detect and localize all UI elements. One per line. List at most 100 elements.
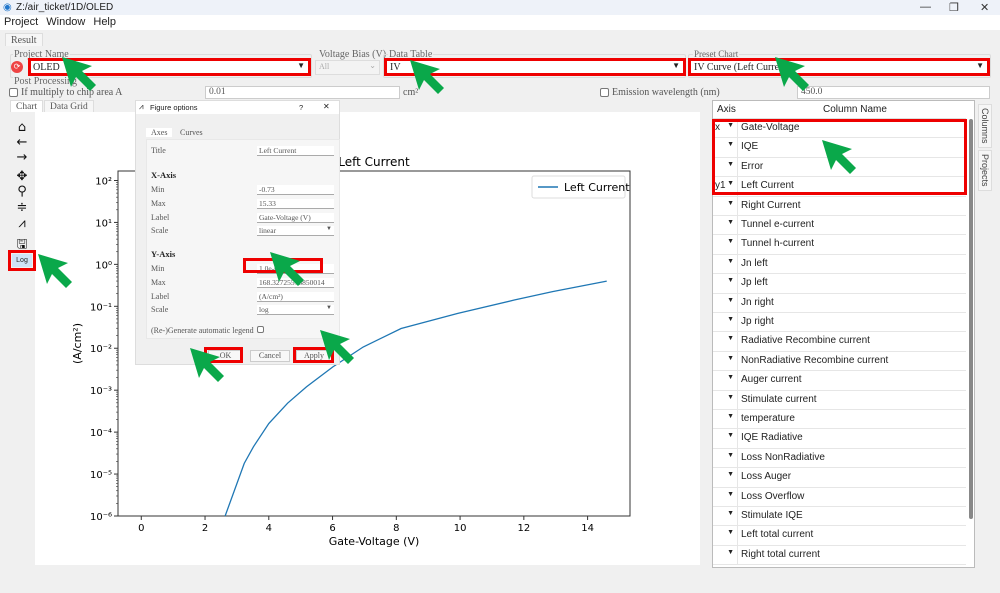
menu-window[interactable]: Window	[42, 15, 89, 29]
forward-icon[interactable]: →	[14, 150, 30, 165]
axis-select[interactable]: ▼	[713, 157, 738, 177]
ok-button[interactable]: OK	[208, 350, 243, 362]
table-row[interactable]: ▼ Loss NonRadiative	[713, 448, 966, 469]
chip-area-input[interactable]: 0.01	[205, 86, 400, 99]
x-min-input[interactable]: -0.73	[257, 185, 334, 195]
y-scale-select[interactable]: log ▼	[257, 305, 334, 315]
table-row[interactable]: ▼ Right total current	[713, 545, 966, 566]
axis-select[interactable]: ▼	[713, 545, 738, 565]
table-row[interactable]: ▼ Loss Auger	[713, 468, 966, 488]
close-button[interactable]: ✕	[980, 1, 989, 14]
dialog-close-button[interactable]: ✕	[323, 102, 330, 111]
figure-options-icon[interactable]: ⩘	[14, 216, 30, 231]
pan-icon[interactable]: ✥	[14, 169, 30, 184]
axis-select[interactable]: ▼	[713, 448, 738, 468]
title-input[interactable]: Left Current	[257, 146, 334, 156]
legend-checkbox[interactable]	[257, 326, 264, 333]
menu-help[interactable]: Help	[89, 15, 120, 29]
y-max-input[interactable]: 168.32725575850014	[257, 278, 334, 288]
axis-select[interactable]: ▼	[713, 410, 738, 429]
help-button[interactable]: ?	[299, 103, 303, 112]
x-tick-label: 4	[266, 523, 272, 534]
table-row[interactable]: ▼ Stimulate IQE	[713, 507, 966, 527]
table-row[interactable]: ▼ IQE	[713, 138, 966, 158]
y-label-input[interactable]: (A/cm²)	[257, 292, 334, 302]
emission-input[interactable]: 450.0	[797, 86, 990, 99]
table-row[interactable]: x ▼ Gate-Voltage	[713, 119, 966, 139]
minimize-button[interactable]: —	[920, 1, 931, 13]
emission-checkbox[interactable]	[600, 88, 609, 97]
axis-select[interactable]: ▼	[713, 235, 738, 254]
scrollbar[interactable]	[969, 119, 973, 519]
axis-select[interactable]: ▼	[713, 351, 738, 371]
axis-select[interactable]: ▼	[713, 468, 738, 487]
tab-result[interactable]: Result	[5, 33, 43, 46]
tab-chart[interactable]: Chart	[10, 100, 44, 112]
zoom-icon[interactable]: ⚲	[14, 184, 30, 199]
chip-area-checkbox[interactable]	[9, 88, 18, 97]
tab-axes[interactable]: Axes	[146, 128, 173, 137]
axis-select[interactable]: x ▼	[713, 119, 738, 138]
x-max-input[interactable]: 15.33	[257, 199, 334, 209]
axis-select[interactable]: ▼	[713, 526, 738, 545]
axis-select[interactable]: ▼	[713, 138, 738, 157]
table-row[interactable]: ▼ NonRadiative Recombine current	[713, 351, 966, 372]
chip-area-label: If multiply to chip area A	[21, 87, 123, 98]
table-row[interactable]: ▼ Left total current	[713, 526, 966, 546]
column-name: Gate-Voltage	[741, 122, 800, 133]
x-scale-select[interactable]: linear ▼	[257, 226, 334, 236]
table-row[interactable]: ▼ Radiative Recombine current	[713, 332, 966, 352]
table-row[interactable]: ▼ Jp right	[713, 313, 966, 333]
home-icon[interactable]: ⌂	[14, 120, 30, 135]
table-row[interactable]: y1 ▼ Left Current	[713, 177, 966, 197]
voltage-bias-value: All	[319, 62, 330, 71]
table-row[interactable]: ▼ Jp left	[713, 274, 966, 294]
menu-project[interactable]: Project	[0, 15, 42, 29]
tab-data-grid[interactable]: Data Grid	[44, 100, 94, 112]
axis-select[interactable]: ▼	[713, 293, 738, 312]
log-button[interactable]: Log	[12, 254, 32, 267]
table-row[interactable]: ▼ Auger current	[713, 371, 966, 391]
table-row[interactable]: ▼ IQE Radiative	[713, 429, 966, 449]
axis-select[interactable]: ▼	[713, 507, 738, 526]
project-select[interactable]: OLED ▼	[29, 60, 309, 75]
back-icon[interactable]: ←	[14, 135, 30, 150]
axis-select[interactable]: ▼	[713, 216, 738, 235]
table-row[interactable]: ▼ Jn right	[713, 293, 966, 313]
voltage-bias-select[interactable]: All ⌄	[315, 60, 380, 75]
axis-select[interactable]: ▼	[713, 332, 738, 351]
side-tab-projects[interactable]: Projects	[978, 150, 992, 191]
table-row[interactable]: ▼ temperature	[713, 410, 966, 430]
axis-select[interactable]: ▼	[713, 196, 738, 215]
table-row[interactable]: ▼ Tunnel e-current	[713, 216, 966, 236]
axis-select[interactable]: y1 ▼	[713, 177, 738, 196]
tab-curves[interactable]: Curves	[176, 128, 207, 137]
axis-select[interactable]: ▼	[713, 274, 738, 293]
cancel-button[interactable]: Cancel	[250, 350, 290, 362]
refresh-icon[interactable]: ⟳	[11, 61, 23, 73]
table-row[interactable]: ▼ Error	[713, 157, 966, 178]
table-row[interactable]: ▼ Loss Overflow	[713, 487, 966, 507]
apply-button[interactable]: Apply	[296, 350, 332, 362]
data-table-select[interactable]: IV ▼	[386, 60, 684, 75]
axis-select[interactable]: ▼	[713, 371, 738, 390]
axis-select[interactable]: ▼	[713, 313, 738, 332]
y-tick-label: 10²	[95, 176, 112, 187]
configure-subplots-icon[interactable]: ≑	[14, 200, 30, 215]
preset-chart-select[interactable]: IV Curve (Left Current) ▼	[690, 60, 988, 75]
table-row[interactable]: ▼ Jn left	[713, 254, 966, 275]
side-tab-columns[interactable]: Columns	[978, 104, 992, 148]
chevron-down-icon: ▼	[727, 354, 734, 362]
table-row[interactable]: ▼ Stimulate current	[713, 390, 966, 410]
x-axis-header: X-Axis	[151, 170, 177, 180]
axis-select[interactable]: ▼	[713, 390, 738, 409]
table-row[interactable]: ▼ Tunnel h-current	[713, 235, 966, 255]
y-min-input[interactable]: 1.0e-6	[257, 264, 334, 274]
axis-select[interactable]: ▼	[713, 429, 738, 448]
axis-select[interactable]: ▼	[713, 254, 738, 274]
x-label-input[interactable]: Gate-Voltage (V)	[257, 213, 334, 223]
restore-button[interactable]: ❐	[949, 1, 959, 14]
axis-select[interactable]: ▼	[713, 487, 738, 506]
table-row[interactable]: ▼ Right Current	[713, 196, 966, 216]
column-name: Jp right	[741, 316, 774, 327]
